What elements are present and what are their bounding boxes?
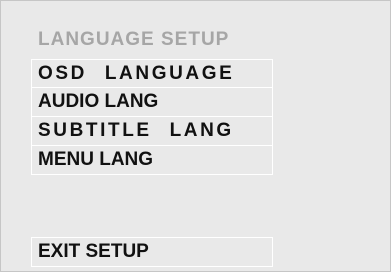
menu-title: LANGUAGE SETUP [38, 29, 230, 50]
menu-item-menu-lang[interactable]: MENU LANG [31, 146, 273, 175]
menu-item-osd-language[interactable]: OSD LANGUAGE [31, 59, 273, 88]
setup-screen: LANGUAGE SETUP OSD LANGUAGE AUDIO LANG S… [0, 0, 391, 272]
exit-setup-button[interactable]: EXIT SETUP [31, 237, 273, 267]
menu-list: OSD LANGUAGE AUDIO LANG SUBTITLE LANG ME… [31, 59, 273, 175]
menu-item-audio-lang[interactable]: AUDIO LANG [31, 88, 273, 117]
menu-item-subtitle-lang[interactable]: SUBTITLE LANG [31, 117, 273, 146]
